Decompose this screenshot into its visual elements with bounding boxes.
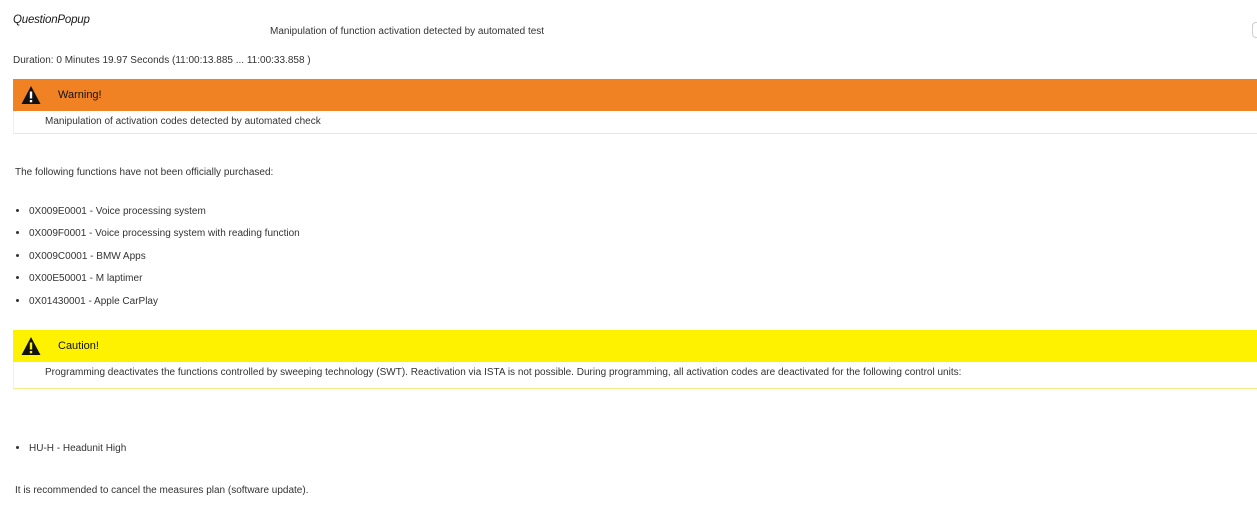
warning-triangle-icon [21,337,41,355]
bullet-icon [16,446,19,449]
caution-box: Caution! Programming deactivates the fun… [13,330,1257,389]
warning-title: Warning! [58,89,102,101]
bullet-icon [16,209,19,212]
caution-title: Caution! [58,340,99,352]
warning-box-header: Warning! [13,79,1257,111]
warning-box: Warning! Manipulation of activation code… [13,79,1257,134]
dialog-header: QuestionPopup Manipulation of function a… [0,0,1257,40]
caution-box-body: Programming deactivates the functions co… [13,362,1257,389]
duration-text: Duration: 0 Minutes 19.97 Seconds (11:00… [13,55,311,66]
list-item: 0X01430001 - Apple CarPlay [15,296,300,318]
list-item: HU-H - Headunit High [15,443,126,465]
bullet-icon [16,253,19,257]
list-item: 0X00E50001 - M laptimer [15,273,300,295]
caution-box-header: Caution! [13,330,1257,362]
functions-list: 0X009E0001 - Voice processing system 0X0… [15,206,300,318]
caution-text: Programming deactivates the functions co… [45,367,962,378]
bullet-icon [16,276,19,280]
functions-intro: The following functions have not been of… [15,167,274,178]
list-item: 0X009C0001 - BMW Apps [15,251,300,273]
control-units-list: HU-H - Headunit High [15,443,126,465]
dialog-title: QuestionPopup [13,14,90,26]
warning-triangle-icon [21,86,41,104]
scroll-edge-handle[interactable] [1252,22,1257,38]
list-item: 0X009F0001 - Voice processing system wit… [15,228,300,250]
bullet-icon [16,298,19,302]
recommendation-text: It is recommended to cancel the measures… [15,485,309,496]
list-item: 0X009E0001 - Voice processing system [15,206,300,228]
warning-text: Manipulation of activation codes detecte… [45,116,321,127]
bullet-icon [16,231,19,235]
warning-box-body: Manipulation of activation codes detecte… [13,111,1257,134]
dialog-message: Manipulation of function activation dete… [270,26,545,37]
